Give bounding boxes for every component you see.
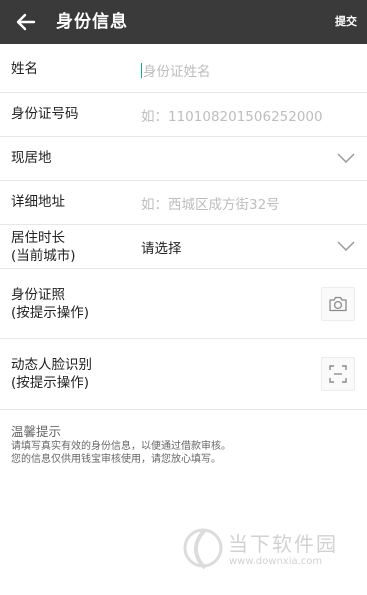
watermark-url: www.downxia.com <box>229 556 323 567</box>
chevron-down-icon[interactable] <box>337 241 355 251</box>
face-recognition-label-line2: (按提示操作) <box>11 375 90 391</box>
text-caret <box>141 63 142 78</box>
duration-select[interactable]: 请选择 <box>141 237 182 257</box>
address-row[interactable]: 详细地址 如：西城区成方街32号 <box>0 181 367 225</box>
id-number-label: 身份证号码 <box>11 106 79 122</box>
residence-label: 现居地 <box>11 150 52 166</box>
tips-line-2: 您的信息仅供用钱宝审核使用，请您放心填写。 <box>11 454 221 465</box>
id-number-row[interactable]: 身份证号码 如：110108201506252000 <box>0 93 367 137</box>
id-photo-label-line1: 身份证照 <box>11 287 65 303</box>
id-number-input[interactable]: 如：110108201506252000 <box>141 105 323 125</box>
duration-row[interactable]: 居住时长 (当前城市) 请选择 <box>0 225 367 269</box>
face-recognition-label: 动态人脸识别 (按提示操作) <box>11 356 92 392</box>
tips-section: 温馨提示 请填写真实有效的身份信息，以便通过借款审核。 您的信息仅供用钱宝审核使… <box>11 421 231 466</box>
id-photo-label: 身份证照 (按提示操作) <box>11 286 89 322</box>
face-recognition-label-line1: 动态人脸识别 <box>11 357 92 373</box>
tips-line-1: 请填写真实有效的身份信息，以便通过借款审核。 <box>11 441 231 452</box>
submit-button[interactable]: 提交 <box>335 0 357 44</box>
id-photo-row[interactable]: 身份证照 (按提示操作) <box>0 269 367 339</box>
back-arrow-icon <box>16 13 36 31</box>
duration-label: 居住时长 (当前城市) <box>11 229 76 265</box>
name-label: 姓名 <box>11 61 38 77</box>
name-row[interactable]: 姓名 身份证姓名 <box>0 44 367 93</box>
id-photo-button[interactable] <box>321 287 355 321</box>
address-input[interactable]: 如：西城区成方街32号 <box>141 193 280 213</box>
tips-title: 温馨提示 <box>11 424 62 439</box>
back-button[interactable] <box>14 10 38 34</box>
watermark-logo-icon <box>183 528 223 570</box>
top-bar: 身份信息 提交 <box>0 0 367 44</box>
chevron-down-icon[interactable] <box>337 153 355 163</box>
camera-icon <box>329 296 347 312</box>
name-placeholder: 身份证姓名 <box>143 64 211 80</box>
face-recognition-row[interactable]: 动态人脸识别 (按提示操作) <box>0 339 367 410</box>
face-scan-icon <box>329 365 347 383</box>
duration-label-line2: (当前城市) <box>11 248 76 264</box>
id-photo-label-line2: (按提示操作) <box>11 305 90 321</box>
duration-label-line1: 居住时长 <box>11 230 65 246</box>
page-title: 身份信息 <box>56 12 128 32</box>
address-label: 详细地址 <box>11 194 65 210</box>
watermark-name: 当下软件园 <box>228 532 338 556</box>
residence-row[interactable]: 现居地 <box>0 137 367 181</box>
name-input[interactable]: 身份证姓名 <box>141 60 211 80</box>
watermark: 当下软件园 www.downxia.com <box>183 522 353 578</box>
face-recognition-button[interactable] <box>321 357 355 391</box>
